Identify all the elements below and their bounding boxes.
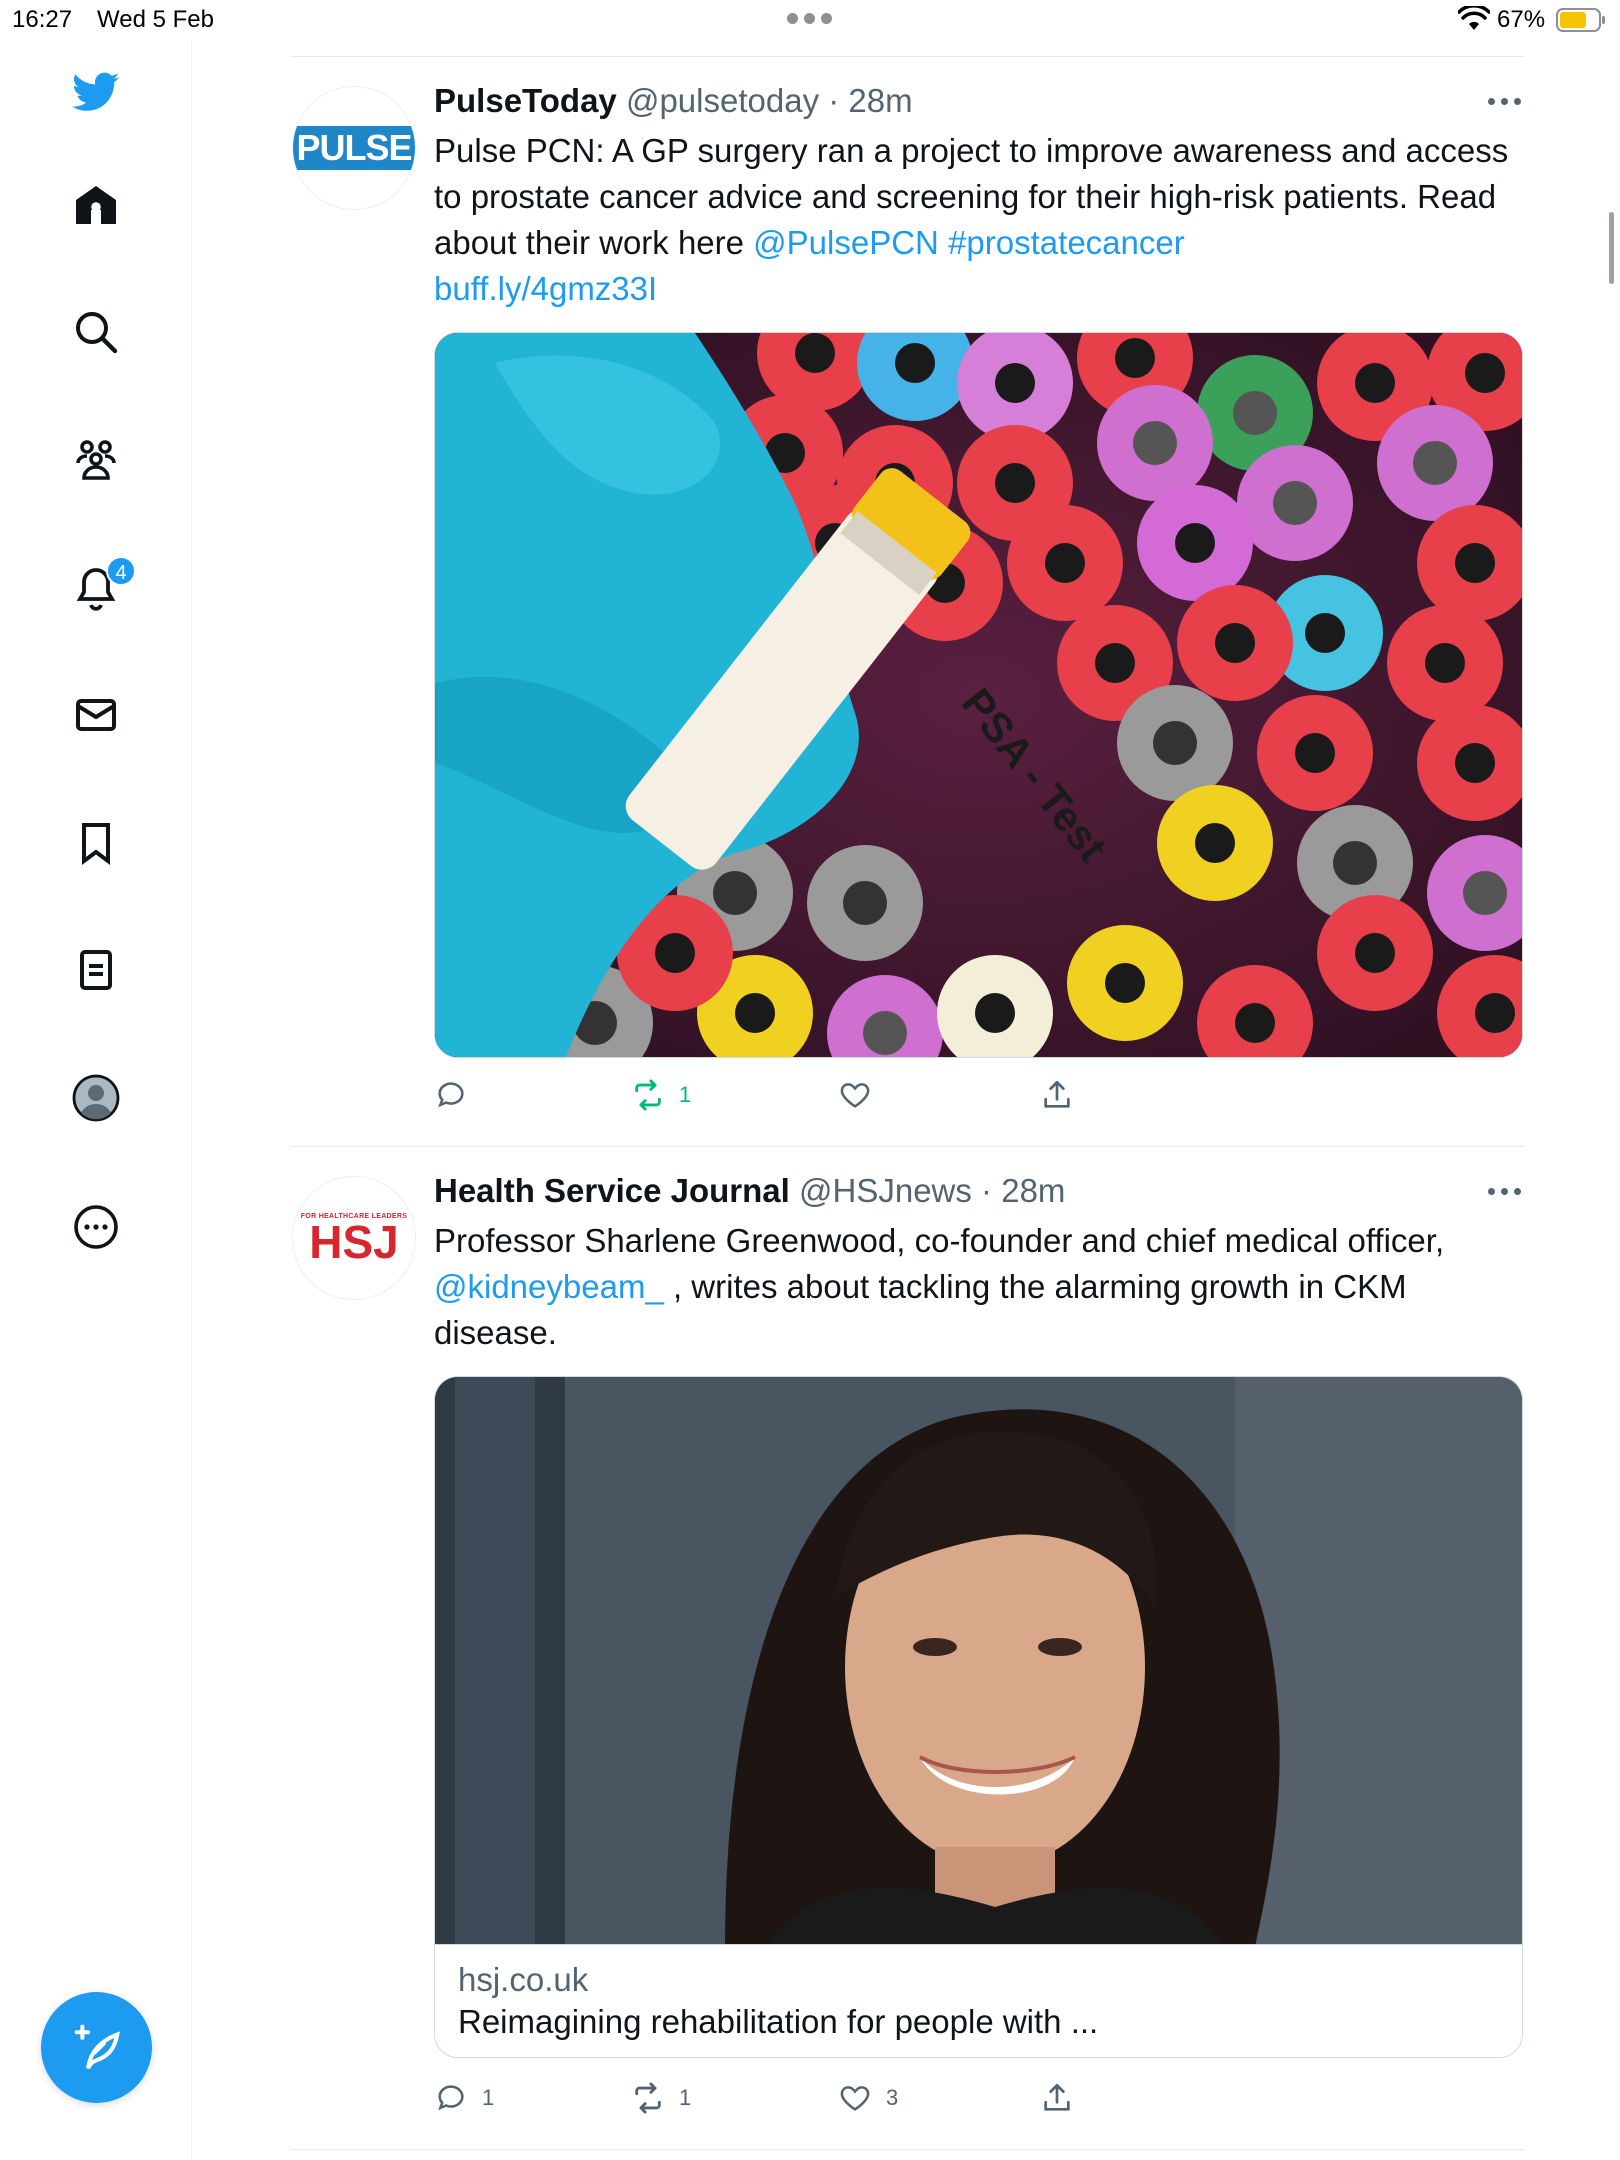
- url-link[interactable]: buff.ly/4gmz33I: [434, 270, 657, 307]
- battery-percent: 67%: [1497, 6, 1546, 33]
- search-icon[interactable]: [66, 302, 126, 362]
- compose-feather-icon: [74, 2024, 120, 2069]
- mention-link[interactable]: @PulsePCN: [753, 224, 939, 261]
- tweet-text: Professor Sharlene Greenwood, co-founder…: [434, 1222, 1445, 1351]
- share-button[interactable]: [1040, 2078, 1088, 2118]
- link-card-footer[interactable]: hsj.co.uk Reimagining rehabilitation for…: [435, 1944, 1522, 2057]
- reply-icon: [438, 2085, 464, 2111]
- tweet-time[interactable]: 28m: [848, 82, 912, 119]
- retweet-icon: [635, 2082, 661, 2114]
- tweet-actions: 1 1 3: [434, 2078, 1134, 2118]
- header-separator: ·: [819, 82, 849, 119]
- author-name[interactable]: PulseToday: [434, 82, 617, 119]
- status-time: 16:27: [12, 6, 73, 33]
- communities-icon[interactable]: [66, 430, 126, 490]
- sidebar: 4: [0, 40, 192, 2160]
- more-options-icon[interactable]: [1488, 98, 1524, 108]
- retweet-button[interactable]: 1: [631, 1075, 691, 1115]
- hashtag-link[interactable]: #prostatecancer: [948, 224, 1185, 261]
- pulse-logo: PULSE: [293, 126, 415, 170]
- link-card[interactable]: hsj.co.uk Reimagining rehabilitation for…: [434, 1376, 1523, 2058]
- share-button[interactable]: [1040, 1075, 1088, 1115]
- author-name[interactable]: Health Service Journal: [434, 1172, 790, 1209]
- timeline-divider: [291, 2149, 1524, 2150]
- home-icon[interactable]: [66, 175, 126, 235]
- like-button[interactable]: 3: [838, 2078, 898, 2118]
- status-date: Wed 5 Feb: [97, 6, 214, 33]
- wifi-icon: [1458, 6, 1490, 30]
- reply-button[interactable]: [434, 1075, 482, 1115]
- status-bar: 16:27 Wed 5 Feb 67%: [0, 0, 1620, 40]
- tweet-header: PulseToday @pulsetoday · 28m: [434, 82, 913, 120]
- portrait-photo: [435, 1377, 1522, 1947]
- tweet-image-psa-test[interactable]: PSA - Test: [434, 332, 1523, 1058]
- multitasking-dots-icon[interactable]: [787, 13, 833, 25]
- timeline-divider: [291, 56, 1524, 57]
- heart-icon: [840, 1083, 870, 1108]
- mention-link[interactable]: @kidneybeam_: [434, 1268, 664, 1305]
- author-handle[interactable]: @pulsetoday: [626, 82, 819, 119]
- like-button[interactable]: [838, 1075, 886, 1115]
- retweet-button[interactable]: 1: [631, 2078, 691, 2118]
- reply-button[interactable]: 1: [434, 2078, 494, 2118]
- profile-icon[interactable]: [66, 1068, 126, 1128]
- timeline-divider: [291, 1146, 1524, 1147]
- hsj-logo: FOR HEALTHCARE LEADERS HSJ: [300, 1212, 408, 1268]
- lists-icon[interactable]: [66, 940, 126, 1000]
- messages-icon[interactable]: [66, 685, 126, 745]
- share-icon: [1044, 2083, 1070, 2111]
- header-separator: ·: [971, 1172, 1002, 1209]
- link-card-title: Reimagining rehabilitation for people wi…: [458, 2003, 1099, 2040]
- notification-badge: 4: [106, 556, 136, 586]
- tweet-time[interactable]: 28m: [1001, 1172, 1065, 1209]
- compose-tweet-button[interactable]: [41, 1992, 152, 2103]
- psa-test-tubes-photo: PSA - Test: [435, 333, 1522, 1057]
- twitter-bird-icon[interactable]: [66, 62, 126, 122]
- retweet-icon: [635, 1079, 661, 1111]
- share-icon: [1044, 1080, 1070, 1108]
- author-handle[interactable]: @HSJnews: [799, 1172, 972, 1209]
- hsj-avatar[interactable]: FOR HEALTHCARE LEADERS HSJ: [292, 1176, 416, 1300]
- link-card-domain: hsj.co.uk: [458, 1961, 589, 1998]
- heart-icon: [840, 2086, 870, 2111]
- more-icon[interactable]: [66, 1197, 126, 1257]
- scrollbar[interactable]: [1609, 212, 1614, 284]
- tweet-header: Health Service Journal @HSJnews · 28m: [434, 1172, 1065, 1210]
- battery-icon: [1556, 8, 1605, 32]
- reply-icon: [438, 1082, 464, 1108]
- tweet-text: Pulse PCN: A GP surgery ran a project to…: [434, 132, 1509, 307]
- pulsetoday-avatar[interactable]: PULSE: [292, 86, 416, 210]
- bookmarks-icon[interactable]: [66, 813, 126, 873]
- more-options-icon[interactable]: [1488, 1188, 1524, 1198]
- tweet-actions: 1: [434, 1075, 1134, 1115]
